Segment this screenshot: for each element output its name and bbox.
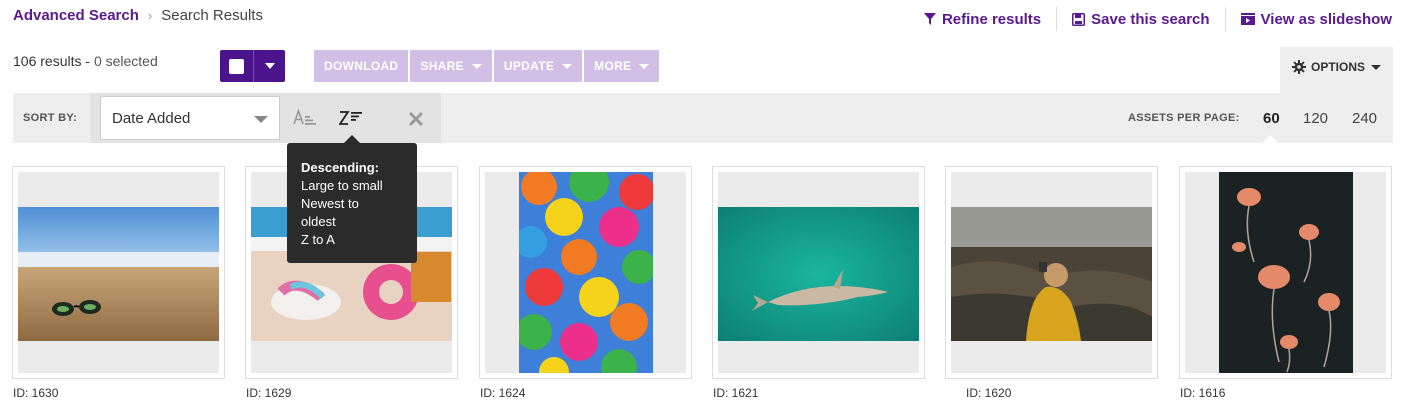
select-all-checkbox[interactable] bbox=[220, 50, 254, 82]
share-label: SHARE bbox=[420, 59, 464, 73]
download-button[interactable]: DOWNLOAD bbox=[314, 50, 409, 82]
checkbox-icon bbox=[229, 58, 244, 74]
asset-image bbox=[1219, 172, 1353, 373]
chevron-right-icon: › bbox=[147, 8, 153, 23]
results-total: 106 results - bbox=[13, 53, 91, 69]
caret-down-icon bbox=[639, 63, 650, 69]
caret-down-icon bbox=[1371, 64, 1381, 70]
results-count: 106 results - 0 selected bbox=[13, 53, 158, 69]
options-label: OPTIONS bbox=[1310, 60, 1365, 74]
chevron-down-icon bbox=[254, 116, 268, 123]
update-label: UPDATE bbox=[503, 59, 555, 73]
per-page-option-120[interactable]: 120 bbox=[1303, 110, 1328, 127]
asset-card[interactable] bbox=[12, 166, 225, 379]
breadcrumb: Advanced Search › Search Results bbox=[13, 7, 263, 24]
sort-ascending-icon[interactable] bbox=[293, 108, 317, 128]
asset-id: ID: 1616 bbox=[1180, 386, 1226, 400]
floppy-disk-icon bbox=[1072, 12, 1086, 26]
caret-down-icon bbox=[264, 63, 275, 69]
download-label: DOWNLOAD bbox=[324, 59, 399, 73]
gear-icon bbox=[1291, 60, 1306, 74]
breadcrumb-advanced-search-link[interactable]: Advanced Search bbox=[13, 7, 139, 24]
asset-id: ID: 1629 bbox=[246, 386, 292, 400]
caret-down-icon bbox=[562, 63, 573, 69]
asset-card[interactable] bbox=[479, 166, 692, 379]
asset-card[interactable] bbox=[1179, 166, 1392, 379]
update-button[interactable]: UPDATE bbox=[493, 50, 583, 82]
asset-thumbnail[interactable] bbox=[1185, 172, 1386, 373]
sort-by-value: Date Added bbox=[112, 110, 191, 127]
tooltip-title: Descending: bbox=[301, 160, 380, 175]
assets-per-page-label: ASSETS PER PAGE: bbox=[1128, 112, 1240, 124]
select-all-button[interactable] bbox=[220, 50, 285, 82]
view-slideshow-label: View as slideshow bbox=[1260, 10, 1392, 28]
caret-down-icon bbox=[471, 63, 482, 69]
more-label: MORE bbox=[594, 59, 632, 73]
save-search-label: Save this search bbox=[1091, 10, 1210, 28]
tooltip-line: oldest bbox=[301, 214, 336, 229]
select-menu-toggle[interactable] bbox=[254, 50, 285, 82]
tooltip-line: Large to small bbox=[301, 178, 383, 193]
top-actions: Refine results Save this search View as … bbox=[909, 7, 1392, 31]
view-slideshow-link[interactable]: View as slideshow bbox=[1226, 11, 1392, 28]
asset-card[interactable] bbox=[712, 166, 925, 379]
asset-id: ID: 1630 bbox=[13, 386, 59, 400]
options-button[interactable]: OPTIONS bbox=[1280, 47, 1393, 95]
asset-card[interactable] bbox=[945, 166, 1158, 379]
asset-thumbnail[interactable] bbox=[485, 172, 686, 373]
save-search-link[interactable]: Save this search bbox=[1057, 11, 1224, 28]
sort-by-label: SORT BY: bbox=[23, 112, 78, 124]
tooltip-arrow bbox=[344, 135, 360, 143]
bulk-actions: DOWNLOAD SHARE UPDATE MORE bbox=[314, 50, 661, 82]
per-page-option-240[interactable]: 240 bbox=[1352, 110, 1377, 127]
per-page-indicator bbox=[1262, 135, 1278, 143]
sort-by-select[interactable]: Date Added bbox=[100, 96, 280, 140]
sort-descending-tooltip: Descending: Large to small Newest to old… bbox=[287, 143, 417, 263]
asset-image bbox=[718, 207, 919, 341]
more-button[interactable]: MORE bbox=[584, 50, 660, 82]
asset-thumbnail[interactable] bbox=[718, 172, 919, 373]
refine-results-label: Refine results bbox=[941, 10, 1042, 28]
asset-image bbox=[18, 207, 219, 341]
tooltip-line: Z to A bbox=[301, 232, 335, 247]
asset-id: ID: 1620 bbox=[966, 386, 1012, 400]
tooltip-line: Newest to bbox=[301, 196, 359, 211]
asset-id: ID: 1621 bbox=[713, 386, 759, 400]
breadcrumb-current: Search Results bbox=[161, 7, 263, 24]
slideshow-icon bbox=[1240, 13, 1255, 25]
share-button[interactable]: SHARE bbox=[410, 50, 492, 82]
funnel-icon bbox=[923, 13, 936, 25]
asset-thumbnail[interactable] bbox=[951, 172, 1152, 373]
results-selected: 0 selected bbox=[93, 53, 158, 69]
refine-results-link[interactable]: Refine results bbox=[909, 11, 1056, 28]
asset-image bbox=[519, 172, 653, 373]
asset-id: ID: 1624 bbox=[480, 386, 526, 400]
sort-descending-icon[interactable] bbox=[339, 108, 363, 128]
close-icon[interactable] bbox=[409, 112, 423, 126]
per-page-option-60[interactable]: 60 bbox=[1263, 110, 1280, 127]
sort-bar: SORT BY: Date Added ASSETS PER PAGE: 60 … bbox=[13, 93, 1393, 143]
asset-thumbnail[interactable] bbox=[18, 172, 219, 373]
asset-image bbox=[951, 207, 1152, 341]
